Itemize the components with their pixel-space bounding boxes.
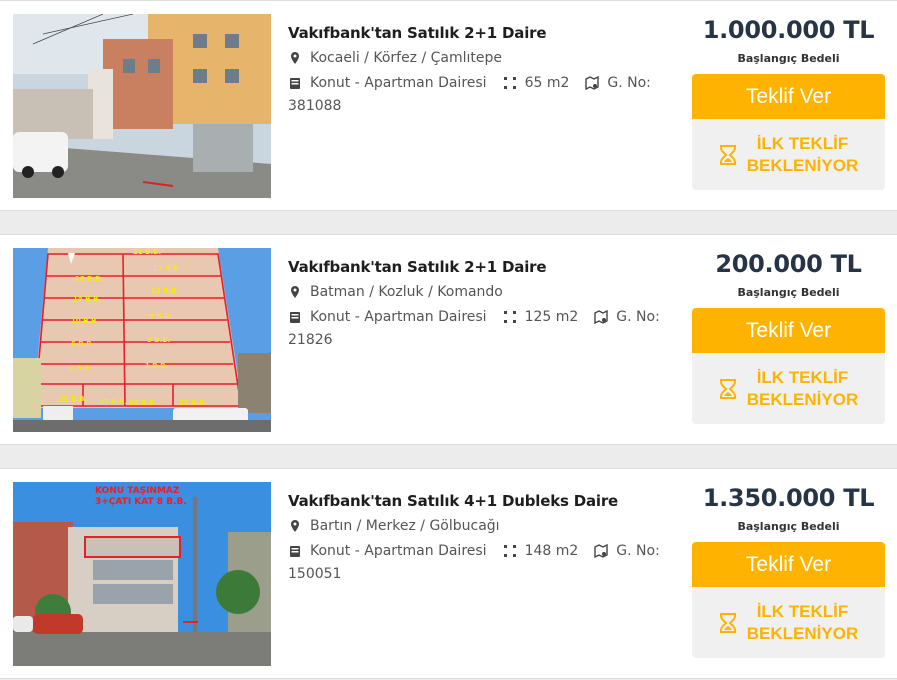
area-icon [503,544,517,558]
photo-unit-label: 1 B.B. [145,362,168,370]
listing-photo[interactable]: 21 B.B. 18 B.B. 17 B.B. 14 B.B. 13 B.B. … [13,248,271,432]
status-text: İLK TEKLİF BEKLENİYOR [746,367,859,409]
map-icon [585,76,600,90]
building-icon [288,544,302,558]
photo-unit-label: 9 B.B. [149,312,172,320]
listing-title[interactable]: Vakıfbank'tan Satılık 2+1 Daire [288,24,668,42]
photo-annotation: KONU TAŞINMAZ [95,486,180,496]
listing-gno: 150051 [288,566,342,582]
photo-unit-label: 26 B.B. [129,399,157,407]
listing-area: 148 m2 [524,543,579,559]
map-icon [594,310,608,324]
listing-gno-label: G. No: [607,75,651,91]
listing-title[interactable]: Vakıfbank'tan Satılık 4+1 Dubleks Daire [288,492,668,510]
listing-price-label: Başlangıç Bedeli [737,520,840,533]
listing-type: Konut - Apartman Dairesi [310,543,487,559]
photo-unit-label: 5 B.B. [147,336,170,344]
listing-type: Konut - Apartman Dairesi [310,309,487,325]
listing-gno: 381088 [288,98,342,114]
listing-price-label: Başlangıç Bedeli [737,286,840,299]
listing-info: Vakıfbank'tan Satılık 4+1 Dubleks Daire … [288,492,668,585]
photo-unit-label: 6 B.B. [71,340,94,348]
photo-unit-label: 27 B.B. [99,398,127,406]
listing-gno-label: G. No: [616,543,660,559]
map-pin-icon [288,51,302,65]
building-icon [288,310,302,324]
listing-price: 1.000.000 TL [702,16,875,44]
status-badge: İLK TEKLİF BEKLENİYOR [692,119,885,190]
status-text: İLK TEKLİF BEKLENİYOR [746,601,859,643]
listing-info: Vakıfbank'tan Satılık 2+1 Daire Kocaeli … [288,24,668,117]
building-photo-image: 21 B.B. 18 B.B. 17 B.B. 14 B.B. 13 B.B. … [13,248,271,432]
status-badge: İLK TEKLİF BEKLENİYOR [692,353,885,424]
listing-card[interactable]: Vakıfbank'tan Satılık 2+1 Daire Kocaeli … [0,0,897,211]
listing-photo[interactable]: KONU TAŞINMAZ 3+ÇATI KAT 8 B.B. [13,482,271,666]
listing-area: 125 m2 [524,309,579,325]
hourglass-icon [719,144,737,165]
building-photo-image [13,14,271,198]
area-icon [503,76,517,90]
photo-unit-label: 14 B.B. [73,295,101,303]
listing-card[interactable]: 21 B.B. 18 B.B. 17 B.B. 14 B.B. 13 B.B. … [0,234,897,445]
photo-unit-label: 10 B.B. [71,317,99,325]
photo-annotation: 3+ÇATI KAT 8 B.B. [95,497,187,507]
status-badge: İLK TEKLİF BEKLENİYOR [692,587,885,658]
status-text: İLK TEKLİF BEKLENİYOR [746,133,859,175]
hourglass-icon [719,378,737,399]
listing-price-box: 200.000 TL Başlangıç Bedeli Teklif Ver İ… [692,250,885,424]
area-icon [503,310,517,324]
map-pin-icon [288,519,302,533]
make-offer-button[interactable]: Teklif Ver [692,542,885,587]
listing-list: Vakıfbank'tan Satılık 2+1 Daire Kocaeli … [0,0,897,680]
map-icon [594,544,608,558]
listing-photo[interactable] [13,14,271,198]
listing-gno: 21826 [288,332,333,348]
photo-unit-label: 2 B.B. [69,364,92,372]
listing-info: Vakıfbank'tan Satılık 2+1 Daire Batman /… [288,258,668,351]
photo-unit-label: 18 B.B. [75,275,103,283]
building-icon [288,76,302,90]
listing-location: Kocaeli / Körfez / Çamlıtepe [310,50,503,66]
photo-unit-label: 13 B.B. [151,287,179,295]
listing-price: 1.350.000 TL [702,484,875,512]
make-offer-button[interactable]: Teklif Ver [692,308,885,353]
listing-title[interactable]: Vakıfbank'tan Satılık 2+1 Daire [288,258,668,276]
map-pin-icon [288,285,302,299]
photo-unit-label: 17 B.B. [153,264,181,272]
listing-area: 65 m2 [524,75,570,91]
listing-price-box: 1.350.000 TL Başlangıç Bedeli Teklif Ver… [692,484,885,658]
building-photo-image: KONU TAŞINMAZ 3+ÇATI KAT 8 B.B. [13,482,271,666]
make-offer-button[interactable]: Teklif Ver [692,74,885,119]
photo-unit-label: 28 B.B. [59,395,87,403]
listing-location: Bartın / Merkez / Gölbucağı [310,518,500,534]
listing-price: 200.000 TL [715,250,862,278]
listing-card[interactable]: KONU TAŞINMAZ 3+ÇATI KAT 8 B.B. Vakıfban… [0,468,897,679]
hourglass-icon [719,612,737,633]
photo-unit-label: 25 B.B. [179,399,207,407]
listing-price-box: 1.000.000 TL Başlangıç Bedeli Teklif Ver… [692,16,885,190]
listing-gno-label: G. No: [616,309,660,325]
listing-location: Batman / Kozluk / Komando [310,284,503,300]
listing-type: Konut - Apartman Dairesi [310,75,487,91]
photo-label: 21 B.B. [133,248,161,256]
listing-price-label: Başlangıç Bedeli [737,52,840,65]
